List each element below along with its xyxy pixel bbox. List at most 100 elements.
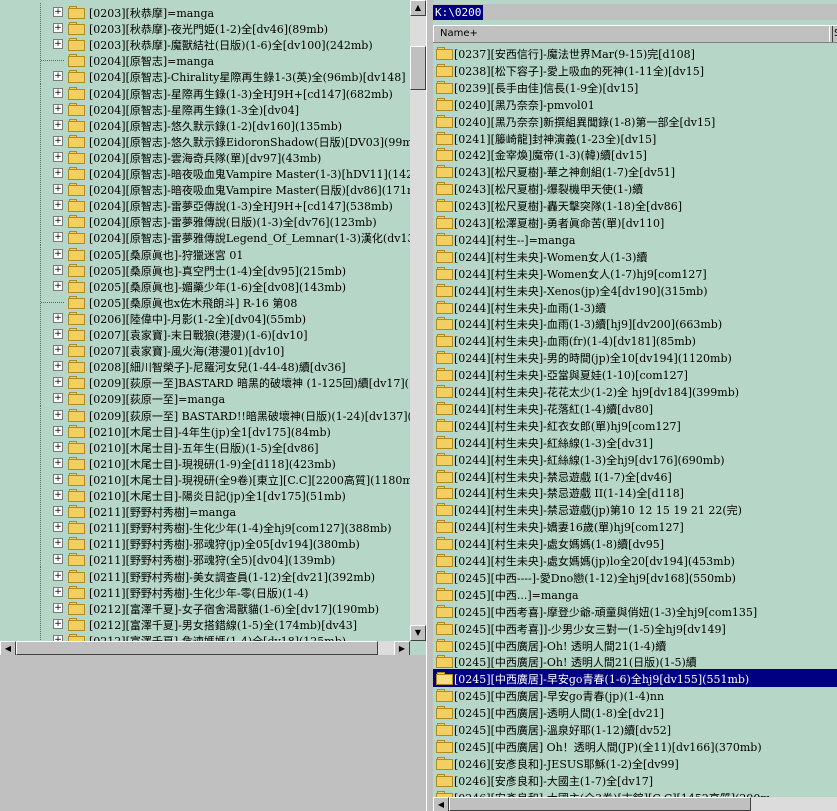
expand-icon[interactable]: + (53, 135, 63, 146)
expand-icon[interactable]: + (53, 184, 63, 195)
folder-icon (68, 167, 85, 180)
expand-icon[interactable]: + (53, 71, 63, 82)
expand-icon[interactable]: + (53, 473, 63, 484)
expand-icon[interactable]: + (53, 506, 63, 517)
file-list-item[interactable]: [0245][中西廣居] Oh！透明人間(JP)(全11)[dv166](370… (433, 737, 837, 755)
file-list-item[interactable]: [0244][村生未央]-處女媽媽(1-8)續[dv95] (433, 534, 837, 552)
file-list-item[interactable]: [0244][村生未央]-Women女人(1-3)續 (433, 247, 837, 265)
file-list-item[interactable]: [0246][安彥良和]-JESUS耶穌(1-2)全[dv99] (433, 754, 837, 772)
file-list-item[interactable]: [0239][長手由佳]信長(1-9全)[dv15] (433, 78, 837, 96)
expand-icon[interactable]: + (53, 522, 63, 533)
file-list-item[interactable]: [0240][黑乃奈奈]-pmvol01 (433, 95, 837, 113)
file-list-item[interactable]: [0244][村生未央]-禁忌遊戲(jp)第10 12 15 19 21 22(… (433, 500, 837, 518)
tree-horizontal-scrollbar[interactable]: ◀ ▶ (0, 641, 410, 655)
expand-icon[interactable]: + (53, 409, 63, 420)
expand-icon[interactable]: + (53, 7, 63, 17)
expand-icon[interactable]: + (53, 570, 63, 581)
file-list-item[interactable]: [0242][金宰煥]魔帝(1-3)(韓)續[dv15] (433, 145, 837, 163)
expand-icon[interactable]: + (53, 393, 63, 404)
file-list-item[interactable]: [0244][村生未央]-血雨(1-3)續[hj9][dv200](663mb) (433, 314, 837, 332)
file-list-item[interactable]: [0244][村生未央]-處女媽媽(jp)lo全20[dv194](453mb) (433, 551, 837, 569)
column-header-name[interactable]: Name+ (433, 25, 833, 42)
file-list-item[interactable]: [0245][中西廣居]-Oh! 透明人間21(1-4)續 (433, 636, 837, 654)
file-list-item[interactable]: [0244][村生未央]-紅衣女郎(單)hj9[com127] (433, 416, 837, 434)
file-list-item[interactable]: [0245][中西廣居]-溫泉好耶(1-12)續[dv52] (433, 720, 837, 738)
file-list-item[interactable]: [0244][村生未央]-花落紅(1-4)續[dv80] (433, 399, 837, 417)
file-list-item[interactable]: [0237][安西信行]-魔法世界Mar(9-15)完[d108] (433, 44, 837, 62)
expand-icon[interactable]: + (53, 377, 63, 388)
expand-icon[interactable]: + (53, 280, 63, 291)
scroll-up-arrow-icon[interactable]: ▲ (410, 0, 426, 16)
file-list-item[interactable]: [0246][安彥良和]-大國主(1-7)全[dv17] (433, 771, 837, 789)
file-list-item[interactable]: [0244][村生未央]-Xenos(jp)全4[dv190](315mb) (433, 281, 837, 299)
file-list-item[interactable]: [0244][村生未央]-紅絲線(1-3)全[dv31] (433, 433, 837, 451)
expand-icon[interactable]: + (53, 490, 63, 500)
expand-icon[interactable]: + (53, 264, 63, 275)
address-bar[interactable]: K:\0200 (433, 4, 837, 20)
file-list-item[interactable]: [0244][村生未央]-嬌妻16歲(單)hj9[com127] (433, 517, 837, 535)
file-name: [0244][村生未央]-紅絲線(1-3)全hj9[dv176](690mb) (454, 453, 725, 467)
file-list-item[interactable]: [0244][村生未央]-血雨(1-3)續 (433, 298, 837, 316)
file-list-item[interactable]: [0244][村生--]=manga (433, 230, 837, 248)
file-list-item[interactable]: [0244][村生未央]-亞當與夏娃(1-10)[com127] (433, 365, 837, 383)
expand-icon[interactable]: + (53, 103, 63, 114)
file-list-item[interactable]: [0245][中西廣居]-早安go青春(jp)(1-4)nn (433, 686, 837, 704)
address-input[interactable]: K:\0200 (433, 5, 484, 20)
expand-icon[interactable]: + (53, 538, 63, 549)
scroll-left-arrow-icon[interactable]: ◀ (0, 641, 16, 655)
file-list-item[interactable]: [0245][中西...]=manga (433, 585, 837, 603)
expand-icon[interactable]: + (53, 554, 63, 565)
expand-icon[interactable]: + (53, 312, 63, 323)
file-list-item[interactable]: [0245][中西考喜]-摩登少爺-頑童與俏妞(1-3)全hj9[com135] (433, 602, 837, 620)
file-list-item[interactable]: [0245][中西廣居]-透明人間(1-8)全[dv21] (433, 703, 837, 721)
file-list-item[interactable]: [0240][黑乃奈奈]新撰組異聞錄(1-8)第一部全[dv15] (433, 112, 837, 130)
file-list-item[interactable]: [0245][中西考喜]]-少男少女三對一(1-5)全hj9[dv149] (433, 619, 837, 637)
file-list-item[interactable]: [0238][松下容子]-愛上吸血的死神(1-11全)[dv15] (433, 61, 837, 79)
file-list-item[interactable]: [0243][松尺夏樹]-華之神劍組(1-7)全[dv51] (433, 162, 837, 180)
file-list-item[interactable]: [0244][村生未央]-Women女人(1-7)hj9[com127] (433, 264, 837, 282)
expand-icon[interactable]: + (53, 457, 63, 468)
expand-icon[interactable]: + (53, 87, 63, 98)
expand-icon[interactable]: + (53, 602, 63, 613)
file-list-item[interactable]: [0245][中西廣居]-早安go青春(1-6)全hj9[dv155](551m… (433, 669, 837, 688)
file-list-item[interactable]: [0243][松尺夏樹]-轟天擊突隊(1-18)全[dv86] (433, 196, 837, 214)
scroll-thumb[interactable] (449, 797, 751, 811)
scroll-thumb[interactable] (16, 641, 378, 655)
expand-icon[interactable]: + (53, 168, 63, 178)
file-list-item[interactable]: [0244][村生未央]-花花太少(1-2)全 hj9[dv184](399mb… (433, 382, 837, 400)
expand-icon[interactable]: + (53, 232, 63, 243)
file-list-item[interactable]: [0244][村生未央]-血雨(fr)(1-4)[dv181](85mb) (433, 331, 837, 349)
expand-icon[interactable]: + (53, 425, 63, 436)
expand-icon[interactable]: + (53, 151, 63, 162)
expand-icon[interactable]: + (53, 216, 63, 227)
expand-icon[interactable]: + (53, 23, 63, 34)
scroll-right-arrow-icon[interactable]: ▶ (394, 641, 410, 655)
expand-icon[interactable]: + (53, 618, 63, 629)
column-header-size[interactable]: S (829, 25, 837, 42)
scroll-down-arrow-icon[interactable]: ▼ (410, 625, 426, 641)
expand-icon[interactable]: + (53, 345, 63, 356)
expand-icon[interactable]: + (53, 39, 63, 50)
expand-icon[interactable]: + (53, 361, 63, 372)
file-list-item[interactable]: [0241][籐崎龍]封神演義(1-23全)[dv15] (433, 129, 837, 147)
expand-icon[interactable]: + (53, 441, 63, 452)
file-list-item[interactable]: [0245][中西----]-愛Dno戀(1-12)全hj9[dv168](55… (433, 568, 837, 586)
expand-icon[interactable]: + (53, 586, 63, 597)
file-list-item[interactable]: [0244][村生未央]-禁忌遊戲 II(1-14)全[d118] (433, 483, 837, 501)
file-list-item[interactable]: [0244][村生未央]-禁忌遊戲 I(1-7)全[dv46] (433, 467, 837, 485)
expand-icon[interactable]: + (53, 200, 63, 211)
scroll-left-arrow-icon[interactable]: ◀ (433, 797, 449, 811)
expand-icon[interactable]: + (53, 248, 63, 259)
tree-vertical-scrollbar[interactable]: ▲ ▼ (410, 0, 426, 641)
file-list-horizontal-scrollbar[interactable]: ◀ (433, 797, 837, 811)
file-list-item[interactable]: [0245][中西廣居]-Oh! 透明人間21(日版)(1-5)續 (433, 652, 837, 670)
folder-tree-pane[interactable]: + [0203][秋恭摩]=manga + [0203][秋恭摩]-夜光門姫(1-2)… (0, 0, 426, 655)
expand-icon[interactable]: + (53, 119, 63, 130)
file-list-item[interactable]: [0244][村生未央]-紅絲線(1-3)全hj9[dv176](690mb) (433, 450, 837, 468)
expand-icon[interactable]: + (53, 329, 63, 339)
file-list-pane[interactable]: K:\0200 Name+ S [0237][安西信行]-魔法世界Mar(9-1… (433, 0, 837, 811)
file-list-item[interactable]: [0244][村生未央]-男的時間(jp)全10[dv194](1120mb) (433, 348, 837, 366)
scroll-thumb[interactable] (410, 46, 426, 90)
file-list-item[interactable]: [0243][松尺夏樹]-爆裂機甲天使(1-)續 (433, 179, 837, 197)
file-list-item[interactable]: [0243][松澤夏樹]-勇者眞命苦(單)[dv110] (433, 213, 837, 231)
